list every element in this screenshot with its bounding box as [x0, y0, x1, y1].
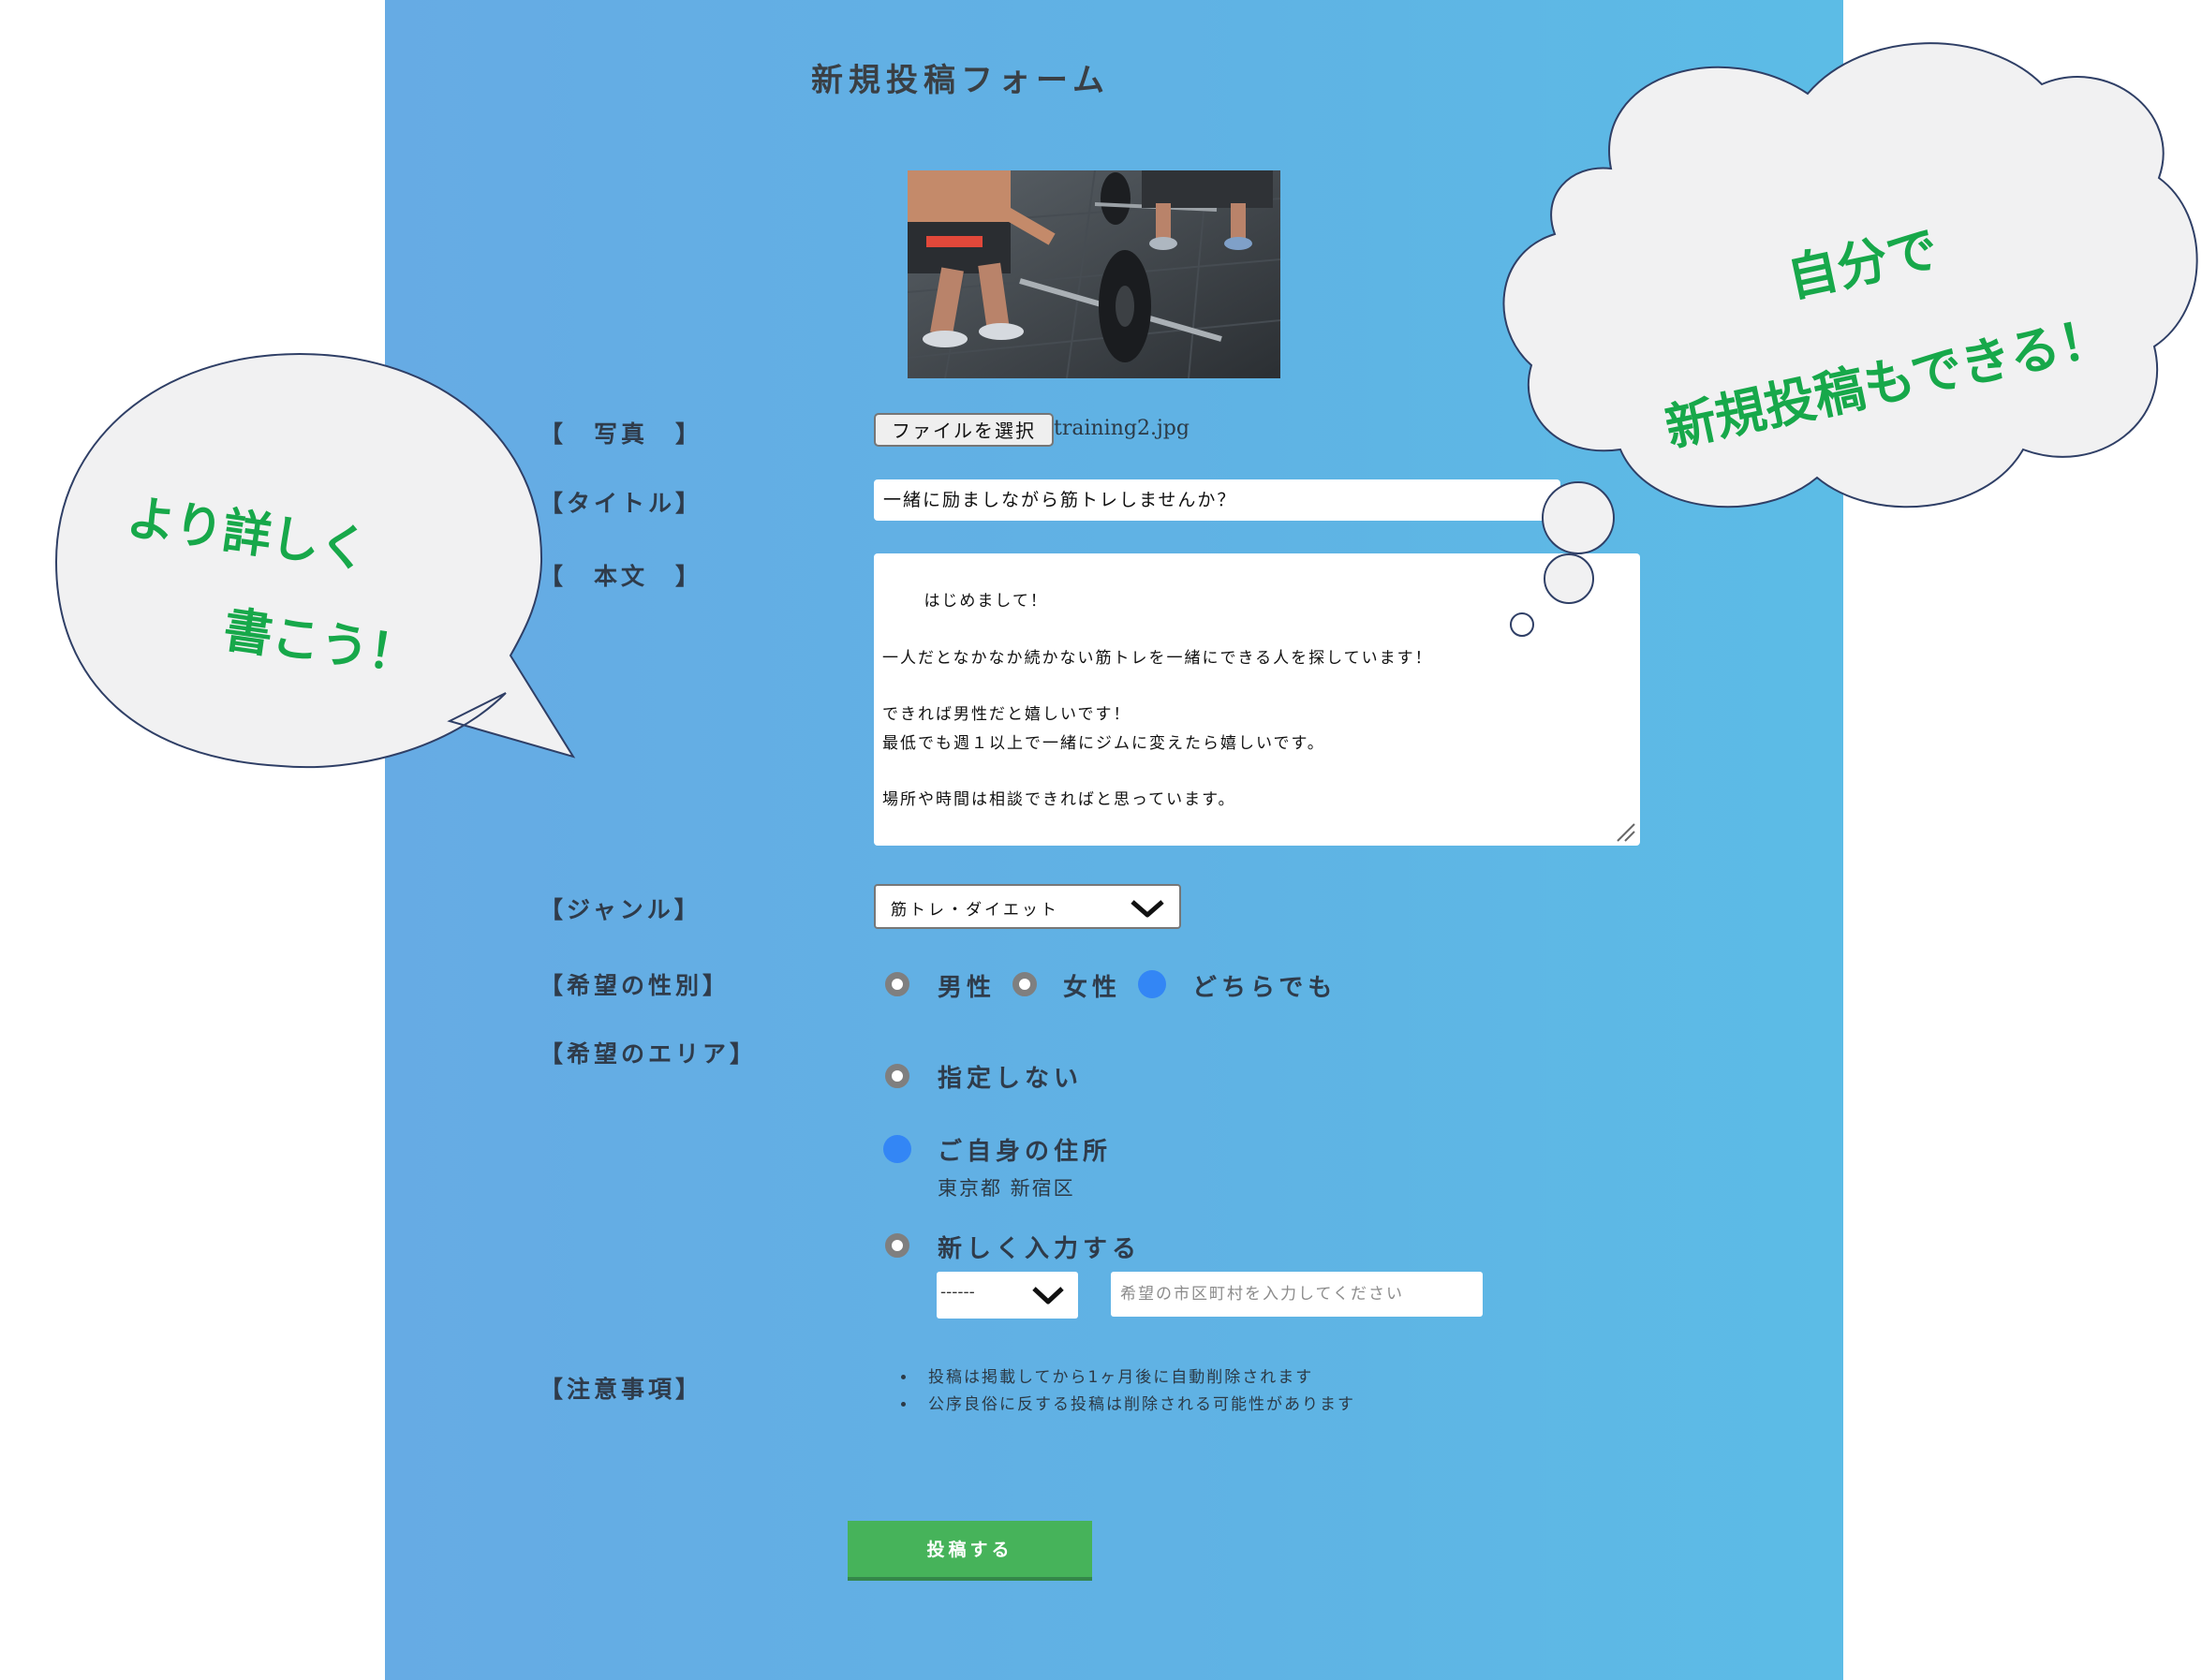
area-label: 【希望のエリア】 [539, 1040, 758, 1068]
gender-radio-female[interactable] [1012, 972, 1037, 996]
uploaded-photo-preview [908, 170, 1280, 378]
choose-file-button[interactable]: ファイルを選択 [874, 413, 1054, 447]
chevron-down-icon [1131, 900, 1164, 918]
submit-post-button[interactable]: 投稿する [848, 1521, 1092, 1581]
prefecture-select[interactable]: ------ [937, 1272, 1078, 1319]
body-text: はじめまして！ 一人だとなかなか続かない筋トレを一緒にできる人を探しています！ … [882, 592, 1433, 810]
selected-file-name: training2.jpg [1054, 417, 1190, 440]
title-input[interactable]: 一緒に励ましながら筋トレしませんか？ [874, 479, 1560, 521]
gender-label: 【希望の性別】 [539, 972, 731, 999]
genre-label: 【ジャンル】 [539, 896, 702, 923]
area-option-none: 指定しない [938, 1065, 1084, 1093]
gender-radio-male[interactable] [885, 972, 909, 996]
chevron-down-icon [1032, 1287, 1064, 1304]
city-input[interactable]: 希望の市区町村を入力してください [1111, 1272, 1483, 1317]
area-option-new: 新しく入力する [938, 1235, 1142, 1263]
gender-radio-either[interactable] [1138, 970, 1166, 998]
form-title: 新規投稿フォーム [811, 62, 1110, 99]
gender-option-male: 男性 [938, 974, 997, 1002]
gender-option-female: 女性 [1063, 974, 1122, 1002]
area-radio-new[interactable] [885, 1233, 909, 1258]
notes-list: 投稿は掲載してから1ヶ月後に自動削除されます 公序良俗に反する投稿は削除される可… [898, 1363, 1355, 1418]
area-option-own: ご自身の住所 [938, 1138, 1113, 1166]
own-address-text: 東京都 新宿区 [938, 1177, 1075, 1200]
resize-handle-icon[interactable] [1614, 820, 1636, 843]
prefecture-selected-value: ------ [940, 1283, 975, 1302]
left-speech-bubble [54, 352, 576, 769]
area-radio-none[interactable] [885, 1064, 909, 1088]
notes-item: 公序良俗に反する投稿は削除される可能性があります [917, 1391, 1355, 1414]
gender-option-either: どちらでも [1192, 974, 1337, 1002]
notes-item: 投稿は掲載してから1ヶ月後に自動削除されます [917, 1363, 1355, 1387]
screenshot-stage: 新規投稿フォーム 【 写真 】 ファイルを選択 training2.jpg 【タ… [0, 0, 2202, 1680]
genre-select[interactable]: 筋トレ・ダイエット [874, 884, 1181, 929]
genre-selected-value: 筋トレ・ダイエット [891, 901, 1059, 920]
notes-label: 【注意事項】 [539, 1376, 703, 1403]
training-photo-image [908, 170, 1280, 378]
area-radio-own[interactable] [883, 1135, 911, 1163]
